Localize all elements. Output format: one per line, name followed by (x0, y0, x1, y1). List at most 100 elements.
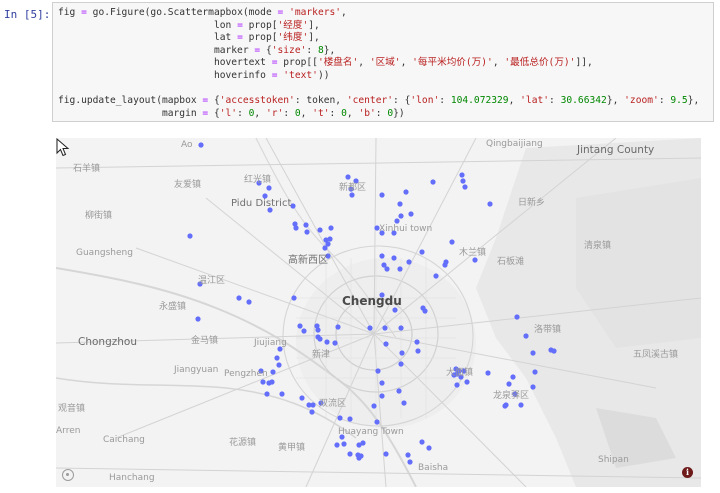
map-marker[interactable] (269, 379, 275, 385)
map-marker[interactable] (398, 361, 404, 367)
map-marker[interactable] (415, 348, 421, 354)
map-marker[interactable] (407, 459, 413, 465)
map-marker[interactable] (514, 314, 520, 320)
map-marker[interactable] (408, 211, 414, 217)
map-marker[interactable] (367, 325, 373, 331)
map-marker[interactable] (391, 255, 397, 261)
map-marker[interactable] (396, 388, 402, 394)
map-marker[interactable] (392, 307, 398, 313)
map-marker[interactable] (419, 249, 425, 255)
map-marker[interactable] (236, 295, 242, 301)
map-marker[interactable] (382, 325, 388, 331)
map-marker[interactable] (328, 225, 334, 231)
map-marker[interactable] (297, 323, 303, 329)
map-marker[interactable] (371, 403, 377, 409)
map-marker[interactable] (266, 185, 272, 191)
map-marker[interactable] (454, 382, 460, 388)
map-marker[interactable] (379, 393, 385, 399)
map-marker[interactable] (406, 259, 412, 265)
code-cell[interactable]: fig = go.Figure(go.Scattermapbox(mode = … (52, 2, 714, 122)
map-marker[interactable] (345, 174, 351, 180)
map-marker[interactable] (322, 245, 328, 251)
map-marker[interactable] (349, 192, 355, 198)
map-marker[interactable] (414, 339, 420, 345)
map-marker[interactable] (270, 369, 276, 375)
map-marker[interactable] (327, 236, 333, 242)
map-marker[interactable] (419, 439, 425, 445)
map-marker[interactable] (334, 442, 340, 448)
map-marker[interactable] (523, 333, 529, 339)
map-marker[interactable] (293, 225, 299, 231)
map-marker[interactable] (449, 239, 455, 245)
map-marker[interactable] (360, 440, 366, 446)
map-marker[interactable] (317, 336, 323, 342)
map-marker[interactable] (315, 327, 321, 333)
map-marker[interactable] (403, 189, 409, 195)
map-marker[interactable] (306, 402, 312, 408)
map-marker[interactable] (460, 178, 466, 184)
map-marker[interactable] (405, 452, 411, 458)
map-marker[interactable] (279, 391, 285, 397)
map-marker[interactable] (430, 179, 436, 185)
map-marker[interactable] (264, 391, 270, 397)
map-marker[interactable] (291, 295, 297, 301)
map-marker[interactable] (394, 218, 400, 224)
map-marker[interactable] (502, 403, 508, 409)
mapbox-plot[interactable]: Ao Qingbaijiang Jintang County 石羊镇 友爱镇 红光镇 Pid… (56, 138, 701, 487)
map-marker[interactable] (187, 233, 193, 239)
map-marker[interactable] (422, 308, 428, 314)
map-marker[interactable] (317, 227, 323, 233)
map-marker[interactable] (324, 339, 330, 345)
map-marker[interactable] (347, 451, 353, 457)
map-marker[interactable] (374, 419, 380, 425)
map-marker[interactable] (485, 370, 491, 376)
map-marker[interactable] (246, 299, 252, 305)
map-marker[interactable] (530, 384, 536, 390)
map-marker[interactable] (303, 222, 309, 228)
map-marker[interactable] (276, 362, 282, 368)
map-marker[interactable] (397, 266, 403, 272)
map-marker[interactable] (337, 415, 343, 421)
map-marker[interactable] (309, 409, 315, 415)
map-marker[interactable] (530, 350, 536, 356)
map-marker[interactable] (379, 192, 385, 198)
map-marker[interactable] (301, 328, 307, 334)
map-marker[interactable] (459, 172, 465, 178)
map-marker[interactable] (332, 340, 338, 346)
map-marker[interactable] (433, 273, 439, 279)
attribution-info-icon[interactable]: i (682, 467, 693, 478)
map-marker[interactable] (518, 402, 524, 408)
map-marker[interactable] (304, 229, 310, 235)
map-marker[interactable] (335, 324, 341, 330)
map-marker[interactable] (399, 350, 405, 356)
map-marker[interactable] (551, 348, 557, 354)
map-marker[interactable] (381, 262, 387, 268)
map-marker[interactable] (379, 380, 385, 386)
map-marker[interactable] (260, 379, 266, 385)
map-marker[interactable] (532, 369, 538, 375)
map-marker[interactable] (398, 213, 404, 219)
map-marker[interactable] (426, 445, 432, 451)
map-marker[interactable] (383, 341, 389, 347)
map-marker[interactable] (198, 142, 204, 148)
map-marker[interactable] (299, 395, 305, 401)
map-marker[interactable] (274, 355, 280, 361)
map-marker[interactable] (401, 400, 407, 406)
map-marker[interactable] (375, 368, 381, 374)
code-editor[interactable]: fig = go.Figure(go.Scattermapbox(mode = … (58, 7, 699, 120)
mapbox-logo-icon[interactable] (62, 469, 74, 481)
map-marker[interactable] (506, 381, 512, 387)
map-marker[interactable] (472, 257, 478, 263)
map-marker[interactable] (341, 441, 347, 447)
map-marker[interactable] (358, 453, 364, 459)
map-marker[interactable] (462, 184, 468, 190)
map-marker[interactable] (464, 379, 470, 385)
map-marker[interactable] (379, 253, 385, 259)
map-marker[interactable] (347, 416, 353, 422)
map-marker[interactable] (487, 201, 493, 207)
map-marker[interactable] (442, 262, 448, 268)
map-marker[interactable] (195, 316, 201, 322)
map-marker[interactable] (398, 325, 404, 331)
map-marker[interactable] (383, 451, 389, 457)
map-marker[interactable] (397, 201, 403, 207)
